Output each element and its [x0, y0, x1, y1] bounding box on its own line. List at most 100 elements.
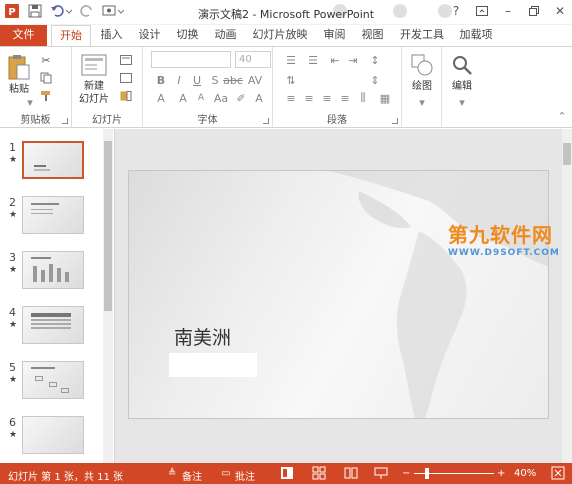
- section-icon[interactable]: [118, 89, 134, 103]
- underline-icon[interactable]: U: [189, 73, 205, 87]
- decrease-font-icon[interactable]: A: [193, 91, 209, 105]
- slide-canvas[interactable]: 南美洲: [128, 170, 549, 419]
- tab-view[interactable]: 视图: [355, 25, 390, 46]
- zoom-out-icon[interactable]: −: [402, 468, 410, 479]
- thumbnail-item[interactable]: 6 ★: [0, 416, 100, 460]
- zoom-in-icon[interactable]: +: [497, 468, 505, 479]
- thumbnail-item[interactable]: 4 ★: [0, 306, 100, 350]
- shadow-icon[interactable]: S: [207, 73, 223, 87]
- italic-icon[interactable]: I: [171, 73, 187, 87]
- world-map-image: [329, 171, 548, 418]
- font-family-select[interactable]: [151, 51, 231, 68]
- font-launcher-icon[interactable]: [263, 118, 269, 124]
- paragraph-group: ☰ ☰ ⇤ ⇥ ↕ ⇅ ⇕ ≡ ≡ ≡ ≡ ⫼ ▦ 段落: [273, 47, 402, 127]
- clipboard-launcher-icon[interactable]: [62, 118, 68, 124]
- tab-add-ins[interactable]: 加载项: [453, 25, 499, 46]
- paste-button[interactable]: [7, 53, 31, 84]
- bold-icon[interactable]: B: [153, 73, 169, 87]
- thumbnail-item[interactable]: 1 ★: [0, 141, 100, 185]
- drawing-dropdown-icon[interactable]: ▾: [414, 95, 430, 109]
- new-slide-label[interactable]: 新建: [74, 81, 114, 93]
- notes-button[interactable]: 备注: [182, 468, 202, 483]
- clear-formatting-icon[interactable]: ✐: [233, 91, 249, 105]
- tab-home[interactable]: 开始: [51, 25, 91, 47]
- tab-slide-show[interactable]: 幻灯片放映: [246, 25, 314, 46]
- bullets-icon[interactable]: ☰: [283, 53, 299, 67]
- change-case-icon[interactable]: Aa: [213, 91, 229, 105]
- thumbnail-item[interactable]: 5 ★: [0, 361, 100, 405]
- align-right-icon[interactable]: ≡: [319, 91, 335, 105]
- decrease-indent-icon[interactable]: ⇤: [327, 53, 343, 67]
- justify-icon[interactable]: ≡: [337, 91, 353, 105]
- restore-icon[interactable]: [524, 2, 544, 20]
- font-size-select[interactable]: 40: [235, 51, 271, 68]
- paste-icon: [8, 55, 30, 80]
- thumbnail-slide-4[interactable]: [22, 306, 84, 344]
- minimize-icon[interactable]: –: [498, 2, 518, 20]
- normal-view-icon[interactable]: [280, 466, 294, 483]
- editing-button[interactable]: [450, 53, 474, 80]
- slide-subtitle-placeholder[interactable]: [169, 353, 257, 377]
- drawing-label[interactable]: 绘图: [402, 81, 442, 93]
- zoom-level[interactable]: 40%: [514, 468, 536, 479]
- tab-transitions[interactable]: 切换: [170, 25, 205, 46]
- new-slide-label-2[interactable]: 幻灯片: [74, 94, 114, 106]
- thumbnail-slide-2[interactable]: [22, 196, 84, 234]
- thumbnail-scrollbar-thumb[interactable]: [104, 141, 112, 311]
- slide-sorter-icon[interactable]: [312, 466, 326, 483]
- slide-title[interactable]: 南美洲: [174, 323, 231, 350]
- layout-icon[interactable]: [118, 53, 134, 67]
- tab-review[interactable]: 审阅: [317, 25, 352, 46]
- comments-button[interactable]: 批注: [235, 468, 255, 483]
- thumbnail-item[interactable]: 2 ★: [0, 196, 100, 240]
- thumbnail-item[interactable]: 3 ★: [0, 251, 100, 295]
- editor-scrollbar[interactable]: [562, 129, 572, 463]
- zoom-slider-thumb[interactable]: [425, 468, 429, 479]
- thumbnail-scrollbar[interactable]: [103, 129, 113, 463]
- strikethrough-icon[interactable]: abc: [223, 73, 243, 87]
- find-icon: [453, 56, 472, 75]
- comments-icon[interactable]: ▭: [221, 468, 230, 479]
- line-spacing-icon[interactable]: ↕: [367, 53, 383, 67]
- char-spacing-icon[interactable]: AV: [247, 73, 263, 87]
- fit-slide-icon[interactable]: [551, 466, 565, 483]
- reading-view-icon[interactable]: [344, 466, 358, 483]
- tab-animations[interactable]: 动画: [208, 25, 243, 46]
- new-slide-button[interactable]: [81, 53, 107, 80]
- format-painter-icon[interactable]: [38, 89, 54, 103]
- align-text-icon[interactable]: ⇕: [367, 73, 383, 87]
- close-icon[interactable]: ✕: [550, 2, 570, 20]
- highlight-icon[interactable]: A: [251, 91, 267, 105]
- cut-icon[interactable]: ✂: [38, 53, 54, 67]
- text-direction-icon[interactable]: ⇅: [283, 73, 299, 87]
- tab-file[interactable]: 文件: [0, 25, 47, 46]
- thumbnail-slide-1[interactable]: [22, 141, 84, 179]
- increase-font-icon[interactable]: A: [175, 91, 191, 105]
- help-icon[interactable]: ?: [446, 2, 466, 20]
- increase-indent-icon[interactable]: ⇥: [345, 53, 361, 67]
- notes-icon[interactable]: ≜: [168, 468, 176, 479]
- reset-icon[interactable]: [118, 71, 134, 85]
- paste-dropdown-icon[interactable]: ▾: [22, 95, 38, 109]
- smartart-icon[interactable]: ▦: [377, 91, 393, 105]
- paragraph-launcher-icon[interactable]: [392, 118, 398, 124]
- numbering-icon[interactable]: ☰: [305, 53, 321, 67]
- columns-icon[interactable]: ⫼: [355, 91, 371, 105]
- drawing-button[interactable]: [410, 53, 434, 80]
- tab-developer[interactable]: 开发工具: [394, 25, 450, 46]
- thumbnail-slide-5[interactable]: [22, 361, 84, 399]
- editing-dropdown-icon[interactable]: ▾: [454, 95, 470, 109]
- collapse-ribbon-icon[interactable]: ⌃: [554, 109, 570, 123]
- copy-icon[interactable]: [38, 71, 54, 85]
- editing-label[interactable]: 编辑: [442, 81, 482, 93]
- tab-design[interactable]: 设计: [132, 25, 167, 46]
- thumbnail-slide-3[interactable]: [22, 251, 84, 289]
- tab-insert[interactable]: 插入: [94, 25, 129, 46]
- font-color-icon[interactable]: A: [153, 91, 169, 105]
- thumbnail-slide-6[interactable]: [22, 416, 84, 454]
- slide-show-icon[interactable]: [374, 466, 388, 483]
- align-left-icon[interactable]: ≡: [283, 91, 299, 105]
- align-center-icon[interactable]: ≡: [301, 91, 317, 105]
- ribbon-display-options-icon[interactable]: [472, 2, 492, 20]
- editor-scrollbar-thumb[interactable]: [563, 143, 571, 165]
